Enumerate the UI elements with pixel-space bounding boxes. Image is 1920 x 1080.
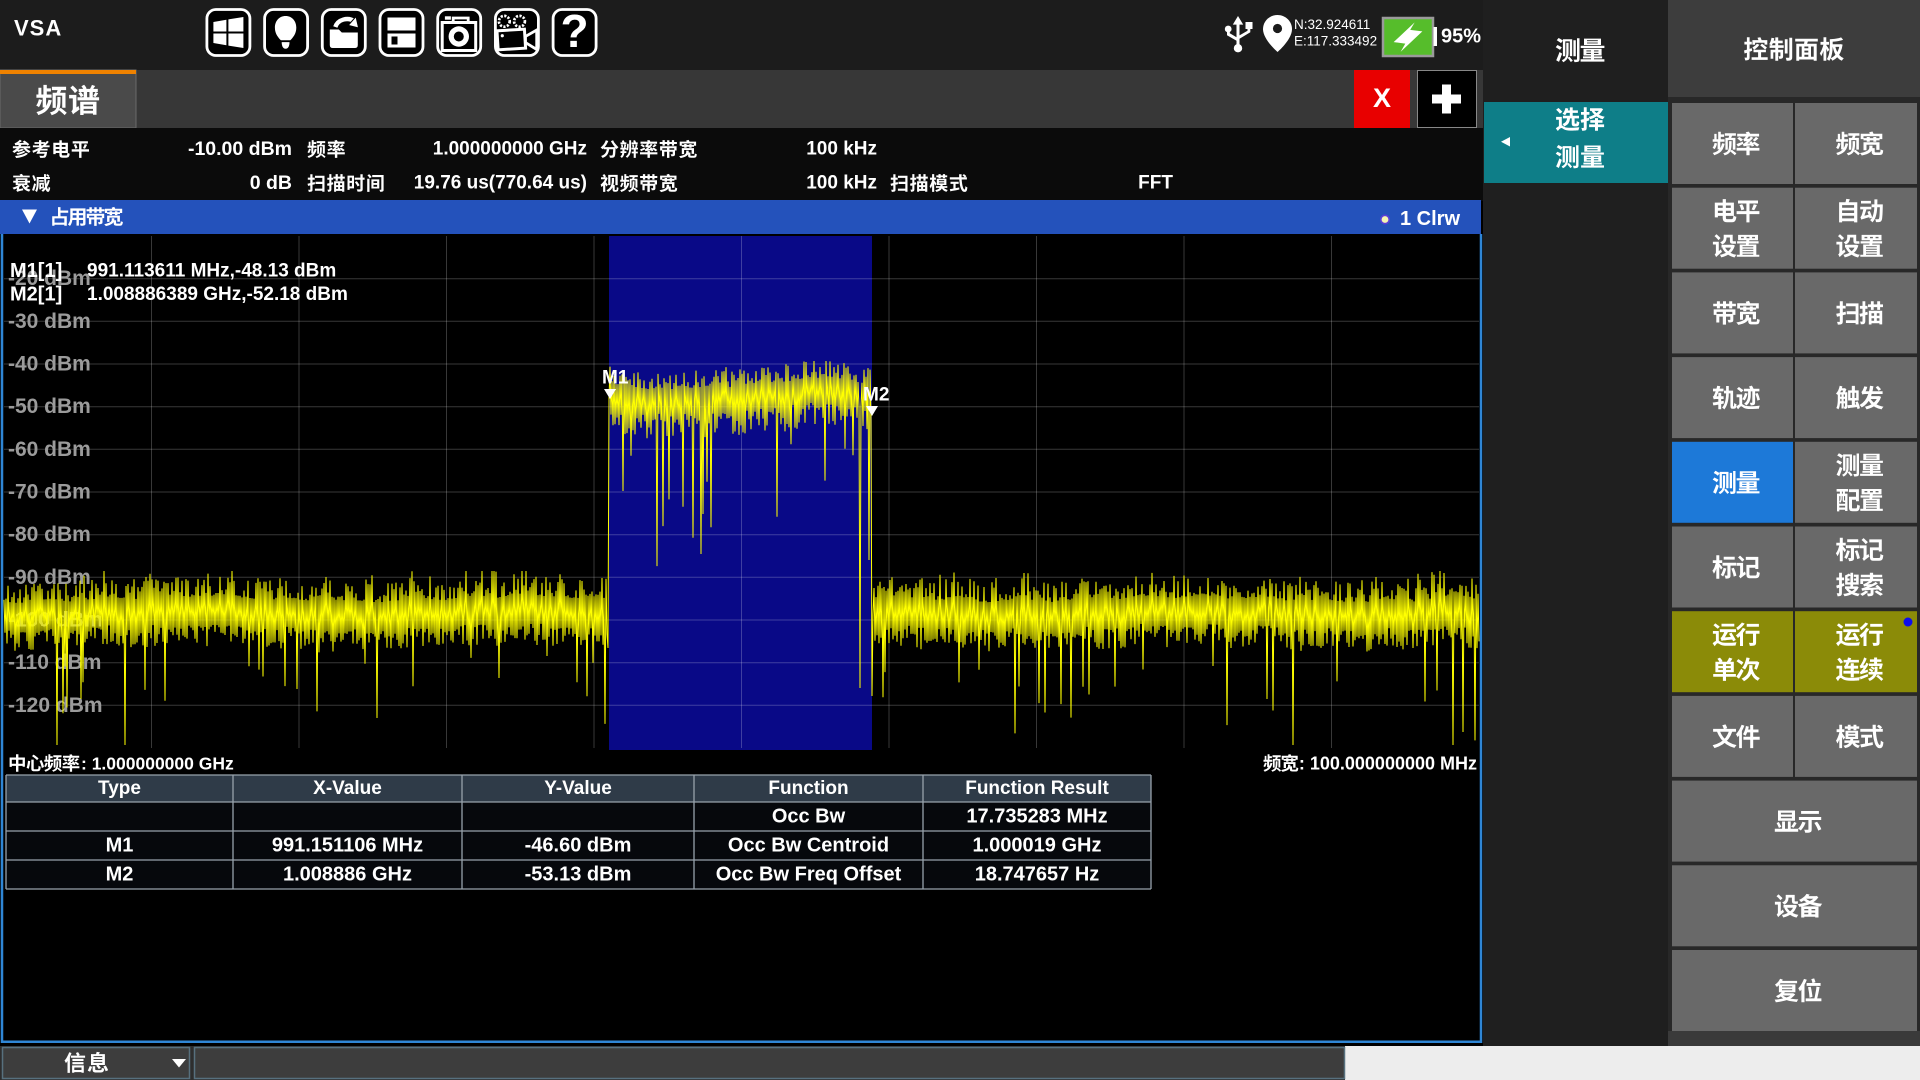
svg-text:M2: M2 <box>863 385 889 406</box>
svg-text:-10.00 dBm: -10.00 dBm <box>188 138 292 160</box>
svg-text:X-Value: X-Value <box>313 778 382 799</box>
svg-text:: 100.000000000 MHz: : 100.000000000 MHz <box>1299 754 1477 774</box>
svg-text:1.008886 GHz: 1.008886 GHz <box>283 864 412 886</box>
svg-text:X: X <box>1373 83 1391 113</box>
svg-text:18.747657 Hz: 18.747657 Hz <box>975 864 1100 886</box>
svg-text:-110 dBm: -110 dBm <box>8 651 101 674</box>
svg-text:Function Result: Function Result <box>965 778 1109 799</box>
svg-text:-50 dBm: -50 dBm <box>8 395 91 418</box>
svg-text:Y-Value: Y-Value <box>544 778 612 799</box>
svg-text:M2: M2 <box>106 864 134 886</box>
svg-text:-46.60 dBm: -46.60 dBm <box>525 835 632 857</box>
svg-text:-80 dBm: -80 dBm <box>8 523 91 546</box>
svg-text:991.113611 MHz,-48.13 dBm: 991.113611 MHz,-48.13 dBm <box>87 261 336 282</box>
svg-text:100 kHz: 100 kHz <box>806 139 877 160</box>
svg-text:M2[1]: M2[1] <box>10 284 62 306</box>
svg-text:: 1.000000000 GHz: : 1.000000000 GHz <box>81 754 234 774</box>
svg-text:M1[1]: M1[1] <box>10 260 62 282</box>
svg-text:Occ Bw: Occ Bw <box>772 806 846 828</box>
svg-text:1.000000000 GHz: 1.000000000 GHz <box>433 139 587 160</box>
svg-text:VSA: VSA <box>14 16 62 41</box>
svg-text:N:32.924611: N:32.924611 <box>1294 17 1370 32</box>
svg-text:100 kHz: 100 kHz <box>806 173 877 194</box>
svg-text:Function: Function <box>768 778 848 799</box>
svg-text:?: ? <box>561 5 589 57</box>
svg-text:FFT: FFT <box>1138 173 1173 194</box>
svg-text:1.000019 GHz: 1.000019 GHz <box>973 835 1102 857</box>
svg-text:1 Clrw: 1 Clrw <box>1400 208 1460 230</box>
svg-text:17.735283 MHz: 17.735283 MHz <box>966 806 1107 828</box>
svg-text:Occ Bw Centroid: Occ Bw Centroid <box>728 835 889 857</box>
svg-text:-53.13 dBm: -53.13 dBm <box>525 864 632 886</box>
svg-text:-120 dBm: -120 dBm <box>8 694 103 717</box>
svg-text:M1: M1 <box>602 368 629 389</box>
svg-text:E:117.333492: E:117.333492 <box>1294 34 1377 49</box>
svg-text:1.008886389 GHz,-52.18 dBm: 1.008886389 GHz,-52.18 dBm <box>87 284 348 305</box>
svg-text:Type: Type <box>98 778 141 799</box>
svg-text:19.76 us(770.64 us): 19.76 us(770.64 us) <box>414 173 587 194</box>
svg-text:M1: M1 <box>106 835 134 857</box>
svg-text:95%: 95% <box>1441 26 1481 48</box>
svg-text:991.151106 MHz: 991.151106 MHz <box>272 835 423 857</box>
svg-text:-40 dBm: -40 dBm <box>8 353 91 376</box>
svg-text:Occ Bw Freq Offset: Occ Bw Freq Offset <box>716 864 902 886</box>
svg-text:-70 dBm: -70 dBm <box>8 481 91 504</box>
svg-text:-30 dBm: -30 dBm <box>8 310 91 333</box>
svg-text:0 dB: 0 dB <box>250 172 292 194</box>
svg-text:-60 dBm: -60 dBm <box>8 438 91 461</box>
svg-text:-90 dBm: -90 dBm <box>8 566 91 589</box>
